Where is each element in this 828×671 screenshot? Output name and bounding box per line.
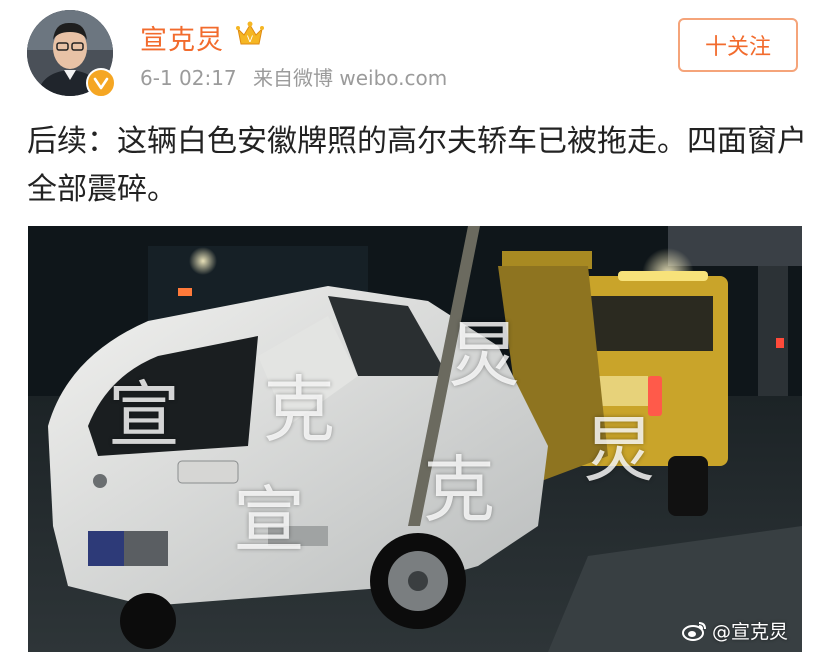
watermark-char: 炅: [583, 408, 656, 492]
watermark-char: 宣: [233, 478, 306, 562]
watermark-char: 宣: [108, 373, 181, 457]
follow-button[interactable]: 十关注: [678, 18, 798, 72]
image-credit: @宣克炅: [681, 617, 788, 644]
watermark-char: 炅: [448, 313, 521, 397]
vip-crown-icon: V: [236, 21, 264, 45]
verified-v-icon: [86, 68, 116, 98]
post-image[interactable]: 宣 克 炅 宣 克 炅 @宣克炅: [28, 226, 802, 652]
post-meta: 6-1 02:17 来自微博 weibo.com: [140, 62, 447, 91]
username[interactable]: 宣克炅: [140, 18, 224, 57]
post-text: 后续：这辆白色安徽牌照的高尔夫轿车已被拖走。四面窗户全部震碎。: [27, 124, 807, 207]
watermark-char: 克: [263, 368, 336, 452]
post-time[interactable]: 6-1 02:17: [140, 66, 237, 90]
svg-text:V: V: [247, 35, 254, 45]
watermark-char: 克: [423, 448, 496, 532]
weibo-logo-icon: [681, 621, 706, 641]
post-source[interactable]: 来自微博 weibo.com: [253, 66, 447, 90]
image-credit-text: @宣克炅: [711, 621, 788, 643]
